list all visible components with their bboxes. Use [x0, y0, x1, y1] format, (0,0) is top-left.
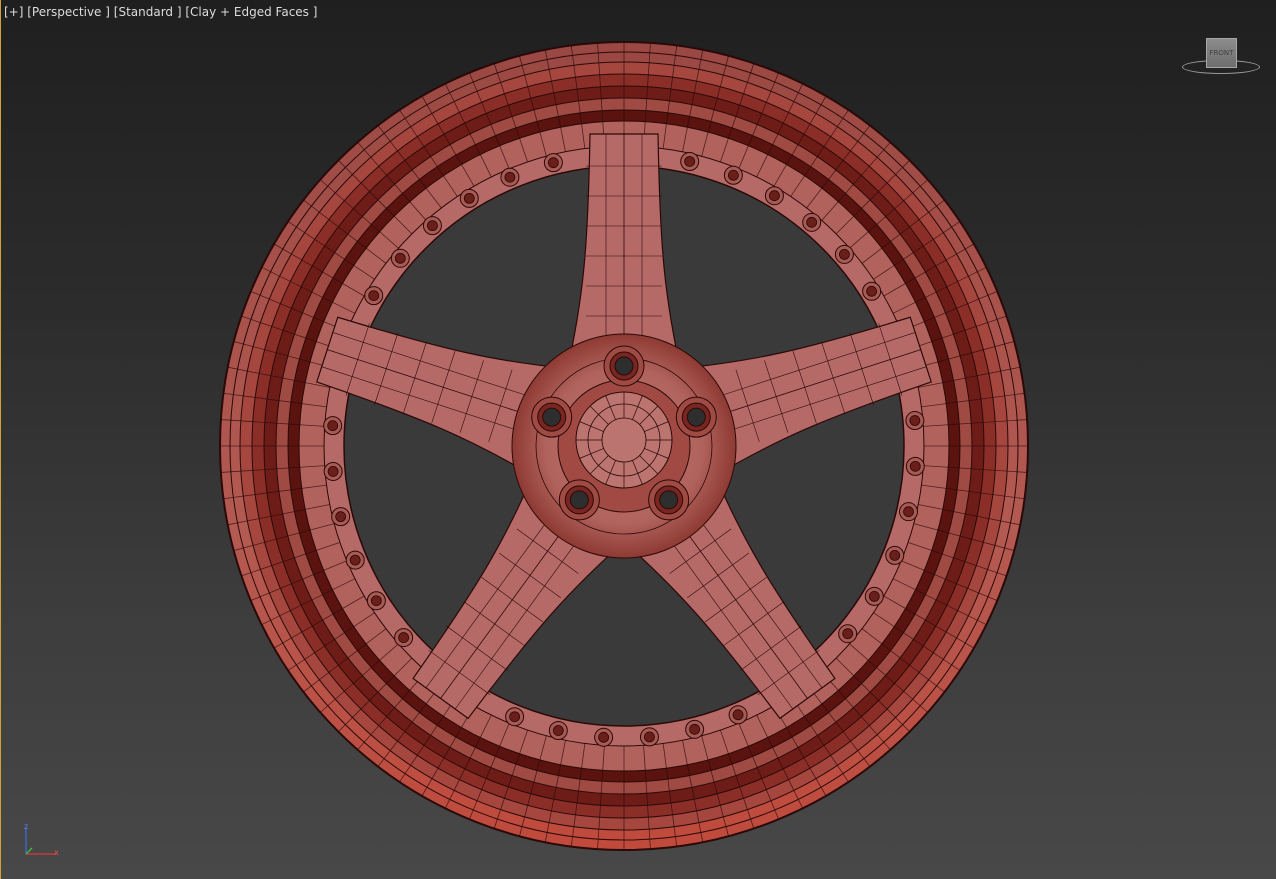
shading-preset-button[interactable]: [Standard ]	[114, 5, 182, 19]
rim-bolt-center	[398, 632, 410, 643]
lug-hole	[659, 490, 679, 510]
lug-hole	[614, 356, 634, 376]
viewport-menu-button[interactable]: [+]	[4, 5, 23, 19]
shading-mode-button[interactable]: [Clay + Edged Faces ]	[185, 5, 317, 19]
rim-bolt-center	[909, 460, 921, 472]
view-label-button[interactable]: [Perspective ]	[27, 5, 110, 19]
active-viewport-border	[0, 0, 1, 879]
rim-bolt-center	[368, 290, 380, 302]
rim-bolt-center	[838, 249, 850, 260]
lug-hole	[569, 490, 589, 510]
rim-bolt-center	[349, 554, 361, 566]
rim-bolt-center	[504, 171, 516, 183]
rim-bolt-center	[327, 466, 339, 477]
rim-bolt-center	[768, 190, 780, 202]
rim-bolt-center	[889, 549, 901, 561]
rim-bolt-center	[806, 216, 818, 228]
viewcube-front-face[interactable]: FRONT	[1206, 38, 1237, 68]
viewport-label-bar: [+] [Perspective ] [Standard ] [Clay + E…	[4, 4, 317, 20]
axis-tripod: z x	[18, 822, 62, 862]
rim-bolt-center	[732, 709, 744, 721]
rim-bolt-center	[903, 506, 914, 518]
rim-bolt-center	[868, 590, 880, 602]
rim-bolt-center	[394, 252, 406, 264]
rim-bolt-center	[644, 731, 655, 743]
rim-bolt-center	[509, 711, 521, 723]
rim-bolt-center	[547, 157, 559, 169]
rim-bolt-center	[842, 628, 854, 640]
axis-z-label: z	[24, 822, 29, 831]
rim-bolt-center	[598, 731, 610, 743]
rim-bolt-center	[463, 192, 475, 204]
rim-bolt-center	[327, 420, 339, 432]
rim-bolt-center	[684, 156, 696, 167]
wheel-model[interactable]	[0, 0, 1276, 879]
rim-bolt-center	[552, 725, 564, 736]
rim-bolt-center	[727, 169, 739, 181]
lug-hole	[686, 407, 706, 427]
perspective-viewport[interactable]: [+] [Perspective ] [Standard ] [Clay + E…	[0, 0, 1276, 879]
viewcube[interactable]: FRONT	[1180, 36, 1262, 80]
axis-x-label: x	[54, 848, 59, 857]
rim-bolt-center	[909, 415, 921, 426]
rim-bolt-center	[866, 285, 878, 297]
rim-bolt-center	[370, 595, 382, 607]
lug-hole	[542, 407, 562, 427]
rim-bolt-center	[335, 511, 347, 523]
rim-bolt-center	[689, 723, 701, 735]
rim-bolt-center	[427, 220, 438, 232]
